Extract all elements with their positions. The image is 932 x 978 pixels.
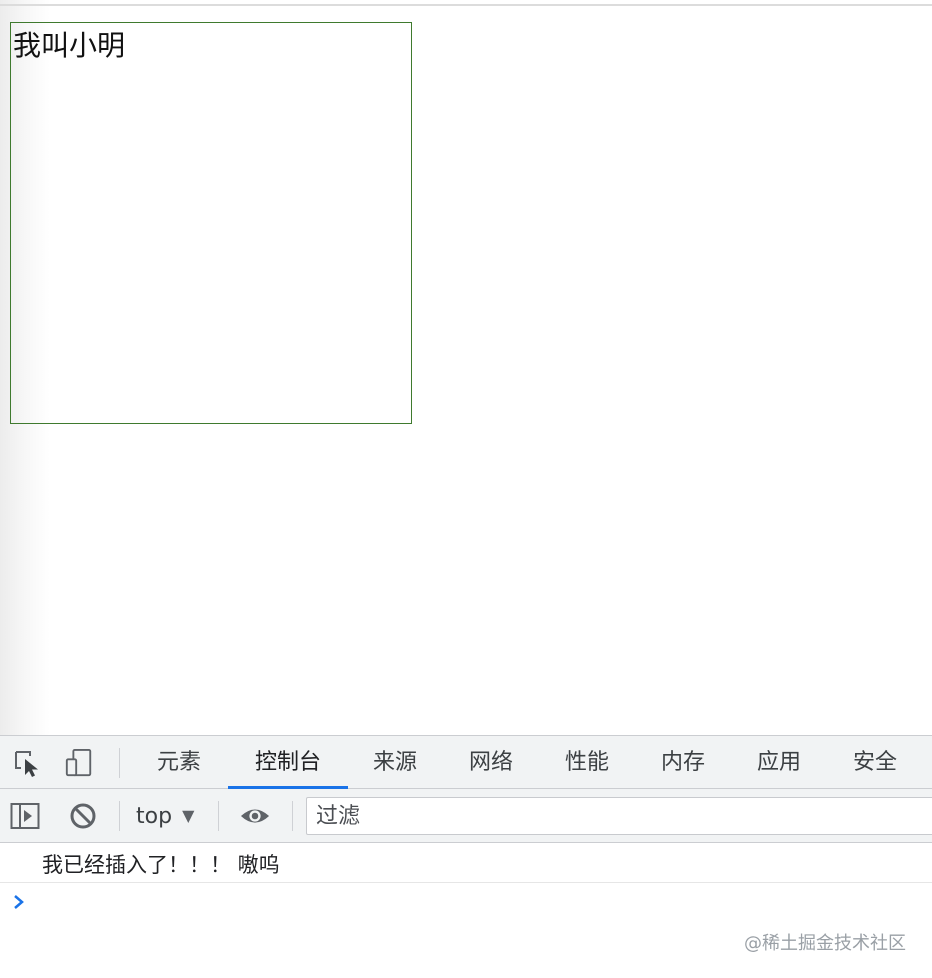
toolbar-separator (292, 801, 293, 831)
tab-application[interactable]: 应用 (746, 736, 812, 789)
toolbar-separator (218, 801, 219, 831)
chevron-right-icon[interactable] (10, 890, 30, 914)
page-viewport: 我叫小明 (0, 0, 932, 735)
sidebar-toggle-icon[interactable] (10, 801, 40, 831)
console-message-text: 我已经插入了！！！ 嗷呜 (42, 853, 280, 877)
clear-console-icon[interactable] (68, 801, 98, 831)
tab-console[interactable]: 控制台 (228, 736, 348, 789)
console-toolbar: top ▼ (0, 789, 932, 843)
toolbar-separator (119, 801, 120, 831)
box-text: 我叫小明 (13, 29, 126, 62)
tab-performance[interactable]: 性能 (554, 736, 620, 789)
caret-down-icon: ▼ (182, 806, 195, 825)
toolbar-separator (119, 748, 120, 778)
console-message: 我已经插入了！！！ 嗷呜 (0, 843, 932, 883)
filter-input[interactable] (306, 797, 932, 835)
watermark: @稀土掘金技术社区 (744, 933, 906, 954)
inspect-element-icon[interactable] (12, 748, 42, 778)
tab-sources[interactable]: 来源 (362, 736, 428, 789)
tab-elements[interactable]: 元素 (146, 736, 212, 789)
devtools-panel: 元素 控制台 来源 网络 性能 内存 应用 安全 top ▼ 过滤 我已经插入了… (0, 735, 932, 978)
tab-security[interactable]: 安全 (842, 736, 908, 789)
context-selector[interactable]: top ▼ (136, 789, 194, 842)
context-value: top (136, 804, 173, 829)
device-toolbar-icon[interactable] (64, 748, 94, 778)
tab-network[interactable]: 网络 (458, 736, 524, 789)
devtools-tabbar: 元素 控制台 来源 网络 性能 内存 应用 安全 (0, 735, 932, 789)
tab-memory[interactable]: 内存 (650, 736, 716, 789)
top-border (0, 4, 932, 6)
live-expression-eye-icon[interactable] (240, 801, 270, 831)
demo-box: 我叫小明 (10, 22, 412, 424)
